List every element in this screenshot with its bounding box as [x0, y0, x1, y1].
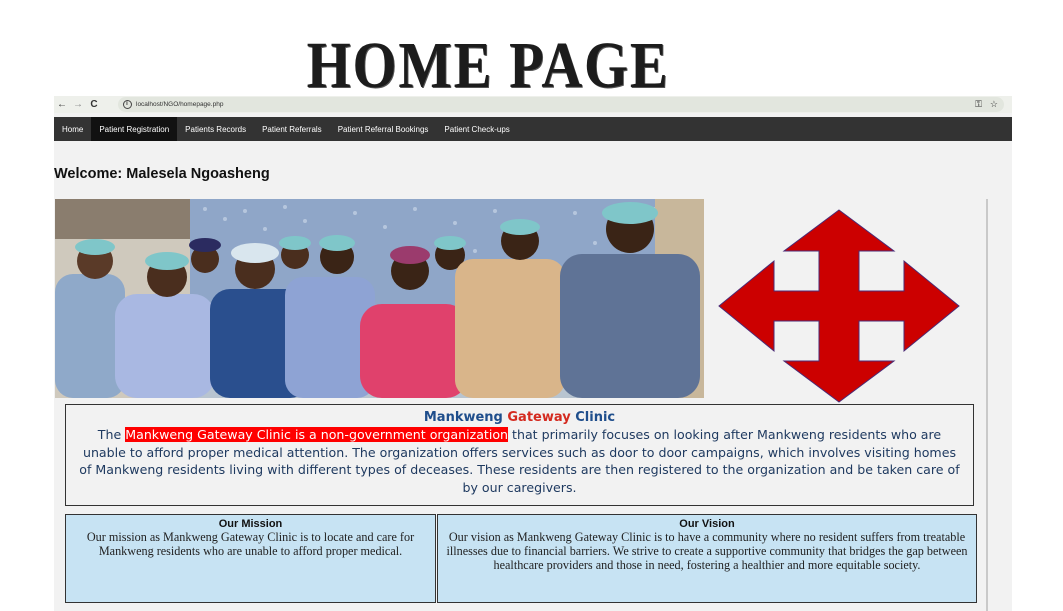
- nav-patients-records[interactable]: Patients Records: [177, 117, 254, 141]
- staff-photo: [55, 199, 704, 398]
- vision-text: Our vision as Mankweng Gateway Clinic is…: [446, 530, 968, 572]
- intro-text: The Mankweng Gateway Clinic is a non-gov…: [79, 427, 960, 495]
- vision-panel: Our Vision Our vision as Mankweng Gatewa…: [437, 514, 977, 603]
- mission-text: Our mission as Mankweng Gateway Clinic i…: [86, 530, 415, 558]
- slide-title: HOME PAGE: [306, 29, 670, 102]
- nav-home[interactable]: Home: [54, 117, 91, 141]
- star-icon[interactable]: ☆: [990, 99, 998, 110]
- forward-icon[interactable]: →: [70, 96, 86, 113]
- nav-patient-check-ups[interactable]: Patient Check-ups: [436, 117, 517, 141]
- intro-panel: Mankweng Gateway Clinic The Mankweng Gat…: [65, 404, 974, 506]
- highlighted-text: Mankweng Gateway Clinic is a non-governm…: [125, 427, 509, 442]
- welcome-heading: Welcome: Malesela Ngoasheng: [54, 166, 270, 182]
- url-text[interactable]: localhost/NGO/homepage.php: [136, 101, 223, 108]
- url-field[interactable]: i localhost/NGO/homepage.php ⚿ ☆: [118, 97, 1004, 112]
- mission-panel: Our Mission Our mission as Mankweng Gate…: [65, 514, 436, 603]
- four-way-arrow-icon: [716, 207, 962, 405]
- key-icon[interactable]: ⚿: [975, 99, 982, 110]
- reload-icon[interactable]: C: [86, 96, 102, 113]
- address-bar: ← → C i localhost/NGO/homepage.php ⚿ ☆: [54, 96, 1012, 113]
- vision-title: Our Vision: [679, 518, 735, 530]
- main-navbar: Home Patient Registration Patients Recor…: [54, 117, 1012, 141]
- site-info-icon[interactable]: i: [120, 97, 134, 112]
- clinic-heading: Mankweng Gateway Clinic: [423, 410, 616, 425]
- content-frame: Mankweng Gateway Clinic The Mankweng Gat…: [54, 199, 988, 611]
- browser-window: ← → C i localhost/NGO/homepage.php ⚿ ☆ H…: [54, 96, 1012, 611]
- nav-patient-referral-bookings[interactable]: Patient Referral Bookings: [330, 117, 437, 141]
- nav-patient-referrals[interactable]: Patient Referrals: [254, 117, 330, 141]
- mission-title: Our Mission: [218, 518, 283, 530]
- page: HOME PAGE ← → C i localhost/NGO/homepage…: [0, 0, 1063, 611]
- nav-patient-registration[interactable]: Patient Registration: [91, 117, 178, 141]
- back-icon[interactable]: ←: [54, 96, 70, 113]
